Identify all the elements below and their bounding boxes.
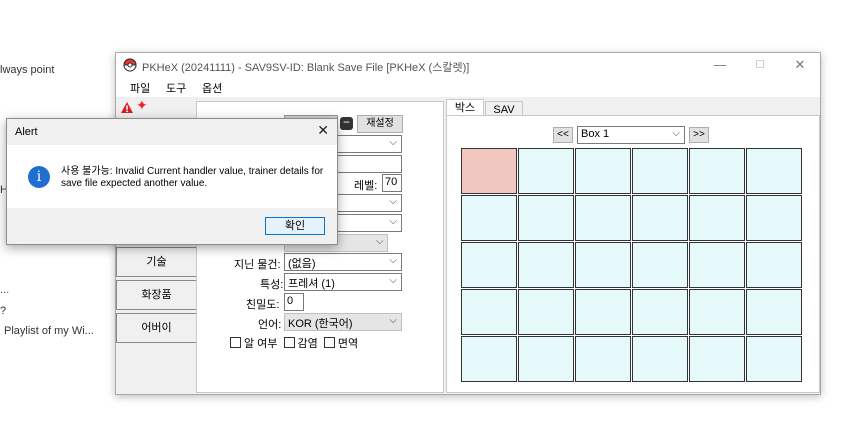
box-name: Box 1 bbox=[581, 128, 610, 140]
ability-combo[interactable]: 프레셔 (1) ⌵ bbox=[284, 273, 402, 291]
level-field[interactable]: 70 bbox=[382, 174, 402, 192]
alert-dialog: Alert ✕ i 사용 불가능: Invalid Current handle… bbox=[6, 118, 338, 245]
box-slot[interactable] bbox=[575, 289, 631, 335]
status-checkboxes: 알 여부 감염 면역 bbox=[230, 335, 358, 351]
held-item-value: (없음) bbox=[288, 258, 316, 270]
box-slot[interactable] bbox=[575, 336, 631, 382]
alert-message: 사용 불가능: Invalid Current handler value, t… bbox=[61, 166, 324, 189]
box-slot[interactable] bbox=[746, 242, 802, 288]
info-icon: i bbox=[28, 166, 50, 188]
language-value: KOR (한국어) bbox=[288, 318, 353, 330]
reroll-button[interactable]: 재설정 bbox=[357, 115, 403, 133]
window-title: PKHeX (20241111) - SAV9SV-ID: Blank Save… bbox=[142, 62, 470, 74]
close-button[interactable]: ✕ bbox=[780, 53, 820, 77]
gender-toggle-icon[interactable]: − bbox=[340, 116, 353, 130]
bg-text-line-1: lways point bbox=[0, 64, 55, 76]
friendship-label: 친밀도: bbox=[246, 299, 280, 311]
next-box-button[interactable]: >> bbox=[689, 127, 709, 143]
box-slot[interactable] bbox=[746, 289, 802, 335]
prev-box-button[interactable]: << bbox=[553, 127, 573, 143]
is-egg-checkbox[interactable]: 알 여부 bbox=[230, 337, 277, 350]
menu-file[interactable]: 파일 bbox=[130, 80, 150, 96]
menu-tools[interactable]: 도구 bbox=[166, 80, 186, 96]
title-bar[interactable]: PKHeX (20241111) - SAV9SV-ID: Blank Save… bbox=[116, 53, 820, 77]
box-slot[interactable] bbox=[575, 195, 631, 241]
menu-bar: 파일 도구 옵션 bbox=[116, 77, 820, 97]
menu-options[interactable]: 옵션 bbox=[202, 80, 222, 96]
box-slot[interactable] bbox=[689, 289, 745, 335]
bg-text-line-4: ? bbox=[0, 305, 7, 317]
box-slot[interactable] bbox=[689, 242, 745, 288]
box-slot[interactable] bbox=[461, 336, 517, 382]
box-slot[interactable] bbox=[689, 195, 745, 241]
tab-moves[interactable]: 기술 bbox=[116, 247, 196, 277]
tab-ot[interactable]: 어버이 bbox=[116, 313, 196, 343]
box-slot[interactable] bbox=[461, 242, 517, 288]
cured-checkbox[interactable]: 면역 bbox=[323, 337, 358, 350]
box-slot[interactable] bbox=[689, 148, 745, 194]
alert-title: Alert bbox=[15, 126, 38, 138]
box-grid bbox=[461, 148, 802, 382]
box-slot[interactable] bbox=[746, 336, 802, 382]
box-slot[interactable] bbox=[518, 195, 574, 241]
infected-checkbox[interactable]: 감염 bbox=[283, 337, 318, 350]
alert-body: i 사용 불가능: Invalid Current handler value,… bbox=[7, 145, 337, 208]
tab-cosmetic[interactable]: 화장품 bbox=[116, 280, 196, 310]
minimize-button[interactable]: — bbox=[700, 53, 740, 77]
box-slot[interactable] bbox=[575, 148, 631, 194]
ok-button[interactable]: 확인 bbox=[265, 217, 325, 235]
box-slot[interactable] bbox=[746, 195, 802, 241]
box-slot[interactable] bbox=[518, 336, 574, 382]
held-item-label: 지닌 물건: bbox=[234, 259, 281, 271]
held-item-combo[interactable]: (없음) ⌵ bbox=[284, 253, 402, 271]
box-slot[interactable] bbox=[746, 148, 802, 194]
language-combo[interactable]: KOR (한국어) ⌵ bbox=[284, 313, 402, 331]
bg-text-line-5[interactable]: Playlist of my Wi... bbox=[4, 325, 94, 337]
ability-label: 특성: bbox=[260, 279, 284, 291]
alert-close-button[interactable]: ✕ bbox=[317, 122, 329, 139]
bg-text-line-3[interactable]: ... bbox=[0, 284, 9, 296]
box-slot[interactable] bbox=[632, 195, 688, 241]
box-slot[interactable] bbox=[518, 242, 574, 288]
box-select[interactable]: Box 1 ⌵ bbox=[577, 126, 685, 144]
box-slot[interactable] bbox=[632, 242, 688, 288]
friendship-field[interactable]: 0 bbox=[284, 293, 304, 311]
box-slot[interactable] bbox=[461, 289, 517, 335]
box-slot[interactable] bbox=[632, 148, 688, 194]
box-slot[interactable] bbox=[632, 336, 688, 382]
ability-value: 프레셔 (1) bbox=[288, 278, 335, 290]
box-slot[interactable] bbox=[632, 289, 688, 335]
warning-icon[interactable] bbox=[120, 101, 134, 114]
box-slot[interactable] bbox=[518, 289, 574, 335]
box-slot[interactable] bbox=[518, 148, 574, 194]
level-label: 레벨: bbox=[354, 180, 378, 192]
box-slot[interactable] bbox=[461, 195, 517, 241]
language-label: 언어: bbox=[258, 319, 282, 331]
pokeball-icon bbox=[123, 58, 137, 72]
box-slot[interactable] bbox=[461, 148, 517, 194]
box-panel: << Box 1 ⌵ >> bbox=[446, 115, 820, 393]
maximize-button[interactable]: ☐ bbox=[740, 53, 780, 77]
box-slot[interactable] bbox=[689, 336, 745, 382]
box-slot[interactable] bbox=[575, 242, 631, 288]
chevron-down-icon: ⌵ bbox=[376, 236, 384, 247]
shiny-sparkle-icon[interactable]: ✦ bbox=[136, 97, 148, 114]
